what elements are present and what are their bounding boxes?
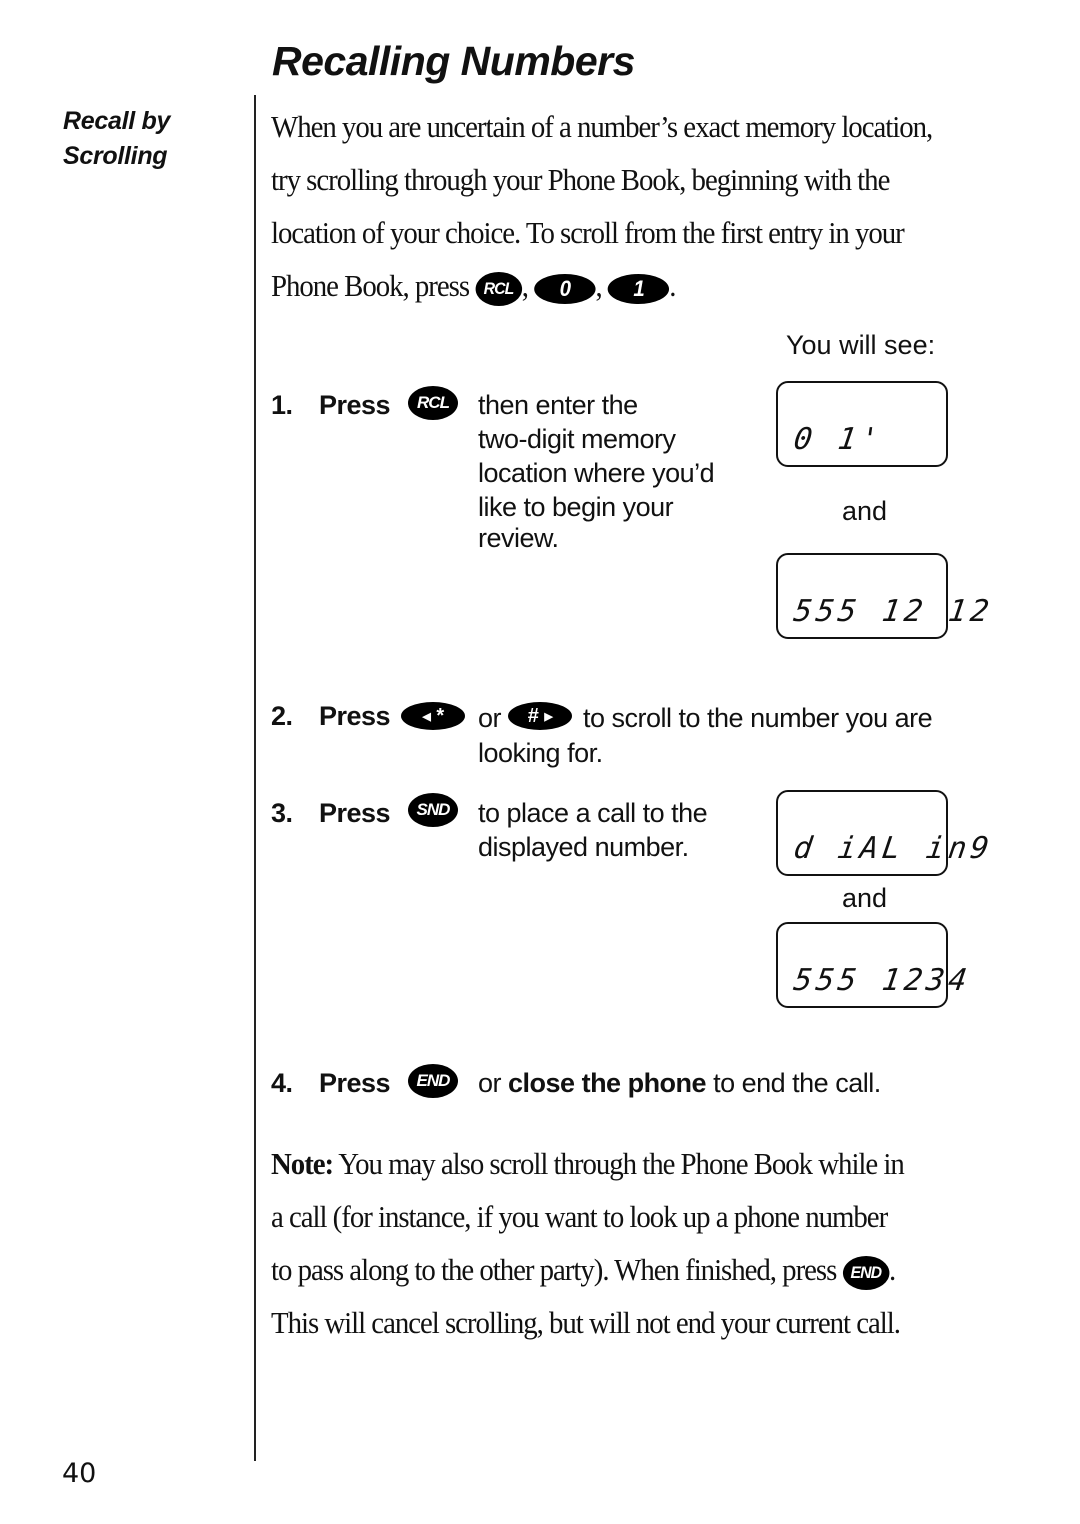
or-label: or <box>478 703 502 733</box>
page-number: 40 <box>62 1458 97 1489</box>
left-arrow-icon: ◀ <box>422 710 431 723</box>
page-title: Recalling Numbers <box>272 38 635 84</box>
end-key-icon: END <box>842 1255 890 1290</box>
step-text-line: location where you’d <box>478 458 715 488</box>
press-label: Press <box>319 701 391 731</box>
step-text: then enter the two-digit memory location… <box>478 388 715 555</box>
rcl-key-icon: RCL <box>408 386 458 420</box>
zero-key-icon: 0 <box>534 273 596 304</box>
lcd-text: d iAL in9 <box>791 831 996 866</box>
hash-right-key-icon: # ▶ <box>508 702 572 730</box>
intro-line: When you are uncertain of a number’s exa… <box>271 109 933 144</box>
end-call-text: to end the call. <box>713 1068 881 1098</box>
separator: , <box>521 268 529 303</box>
step-text-line: two-digit memory <box>478 424 676 454</box>
step-text-line: displayed number. <box>478 832 689 862</box>
lcd-display: 0 1' <box>776 381 948 467</box>
intro-paragraph: When you are uncertain of a number’s exa… <box>271 100 978 312</box>
note-line: a call (for instance, if you want to loo… <box>271 1199 888 1234</box>
step-text-line: then enter the <box>478 390 638 420</box>
note-paragraph: Note: You may also scroll through the Ph… <box>271 1137 978 1349</box>
step-text-line: like to begin your <box>478 492 674 522</box>
end-key-icon: END <box>408 1064 458 1098</box>
hash-icon: # <box>527 704 539 727</box>
note-label: Note: <box>271 1146 334 1181</box>
intro-line4-prefix: Phone Book, press <box>271 268 470 303</box>
lcd-display: 555 1234 <box>776 922 973 1008</box>
note-text: to pass along to the other party). When … <box>271 1252 837 1287</box>
step-text-line: looking for. <box>478 738 603 768</box>
note-line: to pass along to the other party). When … <box>271 1243 978 1296</box>
lcd-display: 555 12 12 <box>776 553 995 639</box>
close-phone-text: close the phone <box>508 1068 707 1098</box>
and-label: and <box>842 496 888 526</box>
intro-line-keys: Phone Book, press RCL, 0, 1. <box>271 259 978 312</box>
period: . <box>669 268 676 303</box>
note-line: Note: You may also scroll through the Ph… <box>271 1137 978 1190</box>
side-heading: Recall by Scrolling <box>63 104 170 174</box>
step-text-line: to scroll to the number you are <box>583 703 933 733</box>
separator: , <box>595 268 602 303</box>
side-heading-line2: Scrolling <box>63 142 168 170</box>
press-label: Press <box>319 390 391 420</box>
or-label: or <box>478 1068 502 1098</box>
lcd-display: d iAL in9 <box>776 790 995 876</box>
step-number: 1. <box>271 390 293 420</box>
one-key-icon: 1 <box>607 273 670 304</box>
side-heading-line1: Recall by <box>63 107 171 135</box>
star-left-key-icon: ◀ * <box>401 702 465 730</box>
rcl-key-icon: RCL <box>475 271 522 306</box>
period: . <box>889 1252 896 1287</box>
press-label: Press <box>319 798 391 828</box>
note-text: You may also scroll through the Phone Bo… <box>338 1146 905 1181</box>
step-text-line: review. <box>478 523 559 553</box>
you-will-see-label: You will see: <box>786 330 936 360</box>
right-arrow-icon: ▶ <box>544 710 553 723</box>
and-label: and <box>842 883 888 913</box>
lcd-text: 0 1' <box>791 422 885 457</box>
step-number: 2. <box>271 701 293 731</box>
step-text-line: or close the phone to end the call. <box>478 1066 881 1100</box>
step-text-line: to place a call to the <box>478 798 708 828</box>
lcd-text: 555 1234 <box>791 963 973 998</box>
step-number: 3. <box>271 798 293 828</box>
star-icon: * <box>436 704 444 727</box>
note-line: This will cancel scrolling, but will not… <box>271 1305 901 1340</box>
step-text: to place a call to the displayed number. <box>478 796 708 864</box>
press-label: Press <box>319 1068 391 1098</box>
step-number: 4. <box>271 1068 293 1098</box>
lcd-text: 555 12 12 <box>791 594 996 629</box>
vertical-divider <box>254 95 256 1461</box>
snd-key-icon: SND <box>408 793 458 827</box>
intro-line: location of your choice. To scroll from … <box>271 215 905 250</box>
intro-line: try scrolling through your Phone Book, b… <box>271 162 890 197</box>
